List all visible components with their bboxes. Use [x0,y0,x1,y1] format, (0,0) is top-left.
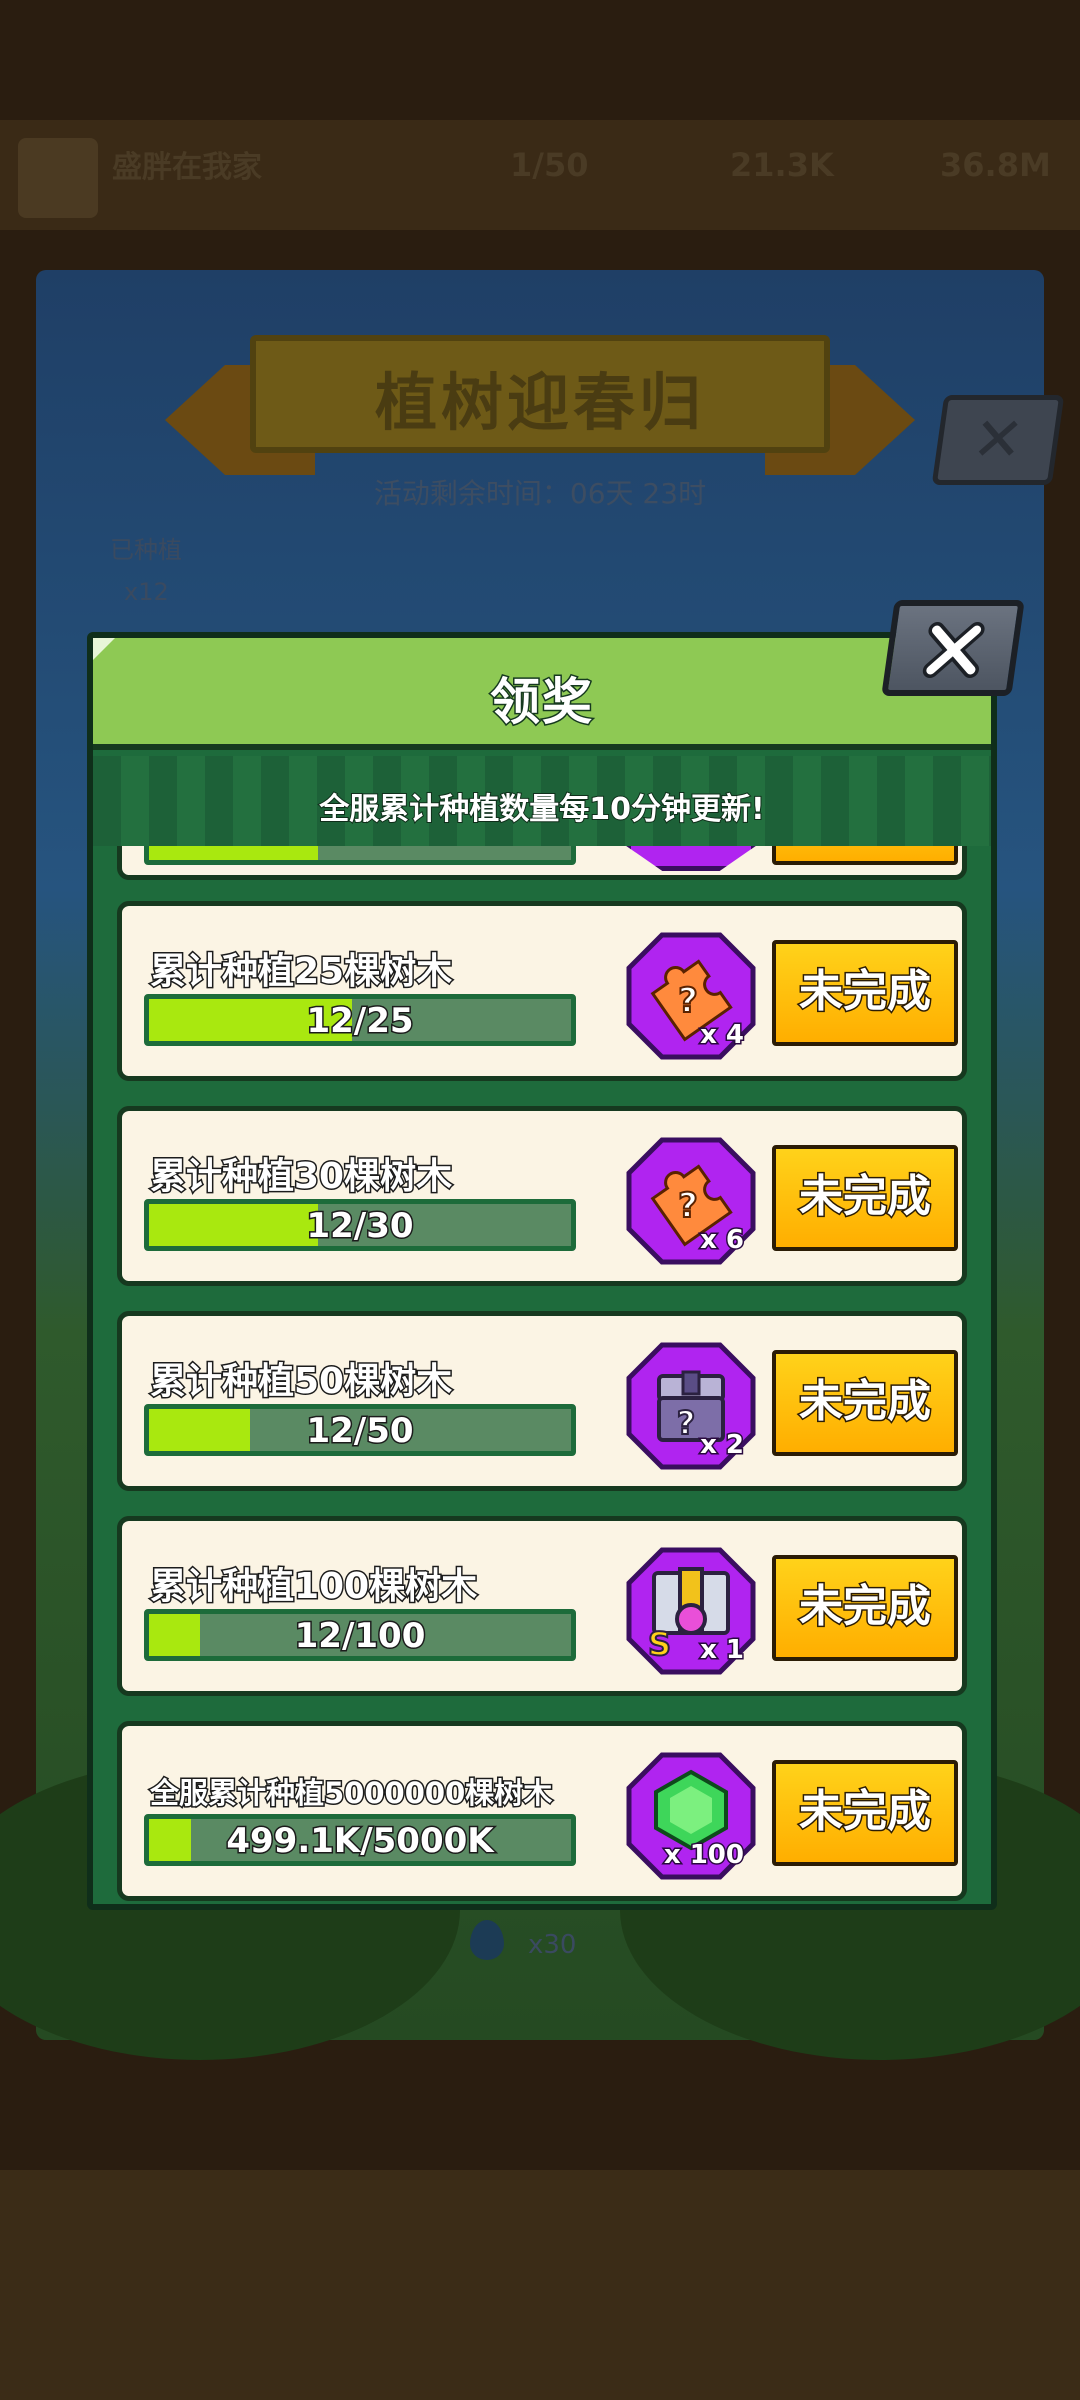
task-card: 累计种植25棵树木 12/25 ? x 4 未完成 [117,901,967,1081]
green-gem-icon[interactable]: x 100 [626,1752,756,1880]
water-drop-icon [470,1920,504,1960]
claim-button-incomplete[interactable]: 未完成 [772,1145,958,1251]
reward-quantity: x 2 [699,1429,746,1462]
progress-bar: 499.1K/5000K [144,1814,576,1866]
task-card: 累计种植50棵树木 12/50 ? x 2 未完成 [117,1311,967,1491]
update-notice-text: 全服累计种植数量每10分钟更新! [318,791,765,828]
progress-text: 12/100 [293,1615,427,1657]
progress-bar: 12/100 [144,1609,576,1661]
stat-3: 36.8M [940,146,1051,184]
svg-text:S: S [648,1625,671,1663]
svg-text:?: ? [678,981,698,1021]
close-button[interactable] [881,600,1025,696]
svg-text:?: ? [677,1404,696,1442]
progress-text: 12/30 [305,1205,415,1247]
dialog-header: 领奖 [93,638,991,750]
progress-bar [144,846,576,865]
progress-bar: 12/30 [144,1199,576,1251]
progress-text: 12/25 [305,1000,415,1042]
svg-text:?: ? [678,1186,698,1226]
bottom-nav-bar [0,2170,1080,2400]
player-avatar [18,138,98,218]
progress-text: 12/50 [305,1410,415,1452]
task-card: 累计种植100棵树木 12/100 S x 1 未完成 [117,1516,967,1696]
puzzle-piece-icon[interactable]: ? x 6 [626,1137,756,1265]
task-label: 累计种植50棵树木 [148,1360,453,1404]
reward-quantity: x 100 [662,1839,745,1872]
task-card-partial [117,846,967,880]
stat-2: 21.3K [730,146,834,184]
s-rank-equipment-icon[interactable]: S x 1 [626,1547,756,1675]
planted-label: 已种植 [110,536,182,564]
mystery-chest-icon[interactable]: ? x 2 [626,1342,756,1470]
dialog-title: 领奖 [489,672,594,733]
event-title: 植树迎春归 [374,366,705,439]
background-close-icon: ✕ [931,395,1065,485]
claim-button-incomplete[interactable]: 未完成 [772,1555,958,1661]
task-label: 累计种植100棵树木 [148,1565,478,1609]
progress-text: 499.1K/5000K [225,1820,495,1862]
update-notice-bar: 全服累计种植数量每10分钟更新! [93,756,991,846]
stat-1: 1/50 [510,146,589,184]
claim-button-incomplete[interactable]: 未完成 [772,940,958,1046]
close-icon [922,622,985,678]
reward-quantity: x 1 [699,1634,746,1667]
water-count: x30 [528,1930,577,1960]
task-card: 累计种植30棵树木 12/30 ? x 6 未完成 [117,1106,967,1286]
claim-button-incomplete[interactable]: 未完成 [772,1760,958,1866]
progress-bar: 12/50 [144,1404,576,1456]
header-corner-decoration [93,638,115,660]
progress-bar: 12/25 [144,994,576,1046]
event-timer: 活动剩余时间：06天 23时 [373,477,707,510]
task-label: 全服累计种植5000000棵树木 [148,1775,553,1812]
reward-quantity: x 4 [699,1019,746,1052]
planted-count: x12 [124,578,169,606]
claim-button-incomplete[interactable]: 未完成 [772,1350,958,1456]
task-label: 累计种植25棵树木 [148,950,453,994]
reward-quantity: x 6 [699,1224,746,1257]
top-status-bar: 盛胖在我家 1/50 21.3K 36.8M [0,120,1080,230]
puzzle-piece-icon[interactable]: ? x 4 [626,932,756,1060]
task-card: 全服累计种植5000000棵树木 499.1K/5000K x 100 未完成 [117,1721,967,1901]
task-label: 累计种植30棵树木 [148,1155,453,1199]
player-name: 盛胖在我家 [112,150,262,185]
task-list[interactable]: 累计种植25棵树木 12/25 ? x 4 未完成 累计种植30棵树木 12/3… [117,846,969,1904]
reward-dialog: 领奖 全服累计种植数量每10分钟更新! 累计种植25棵树木 12/25 ? x … [87,632,997,1910]
